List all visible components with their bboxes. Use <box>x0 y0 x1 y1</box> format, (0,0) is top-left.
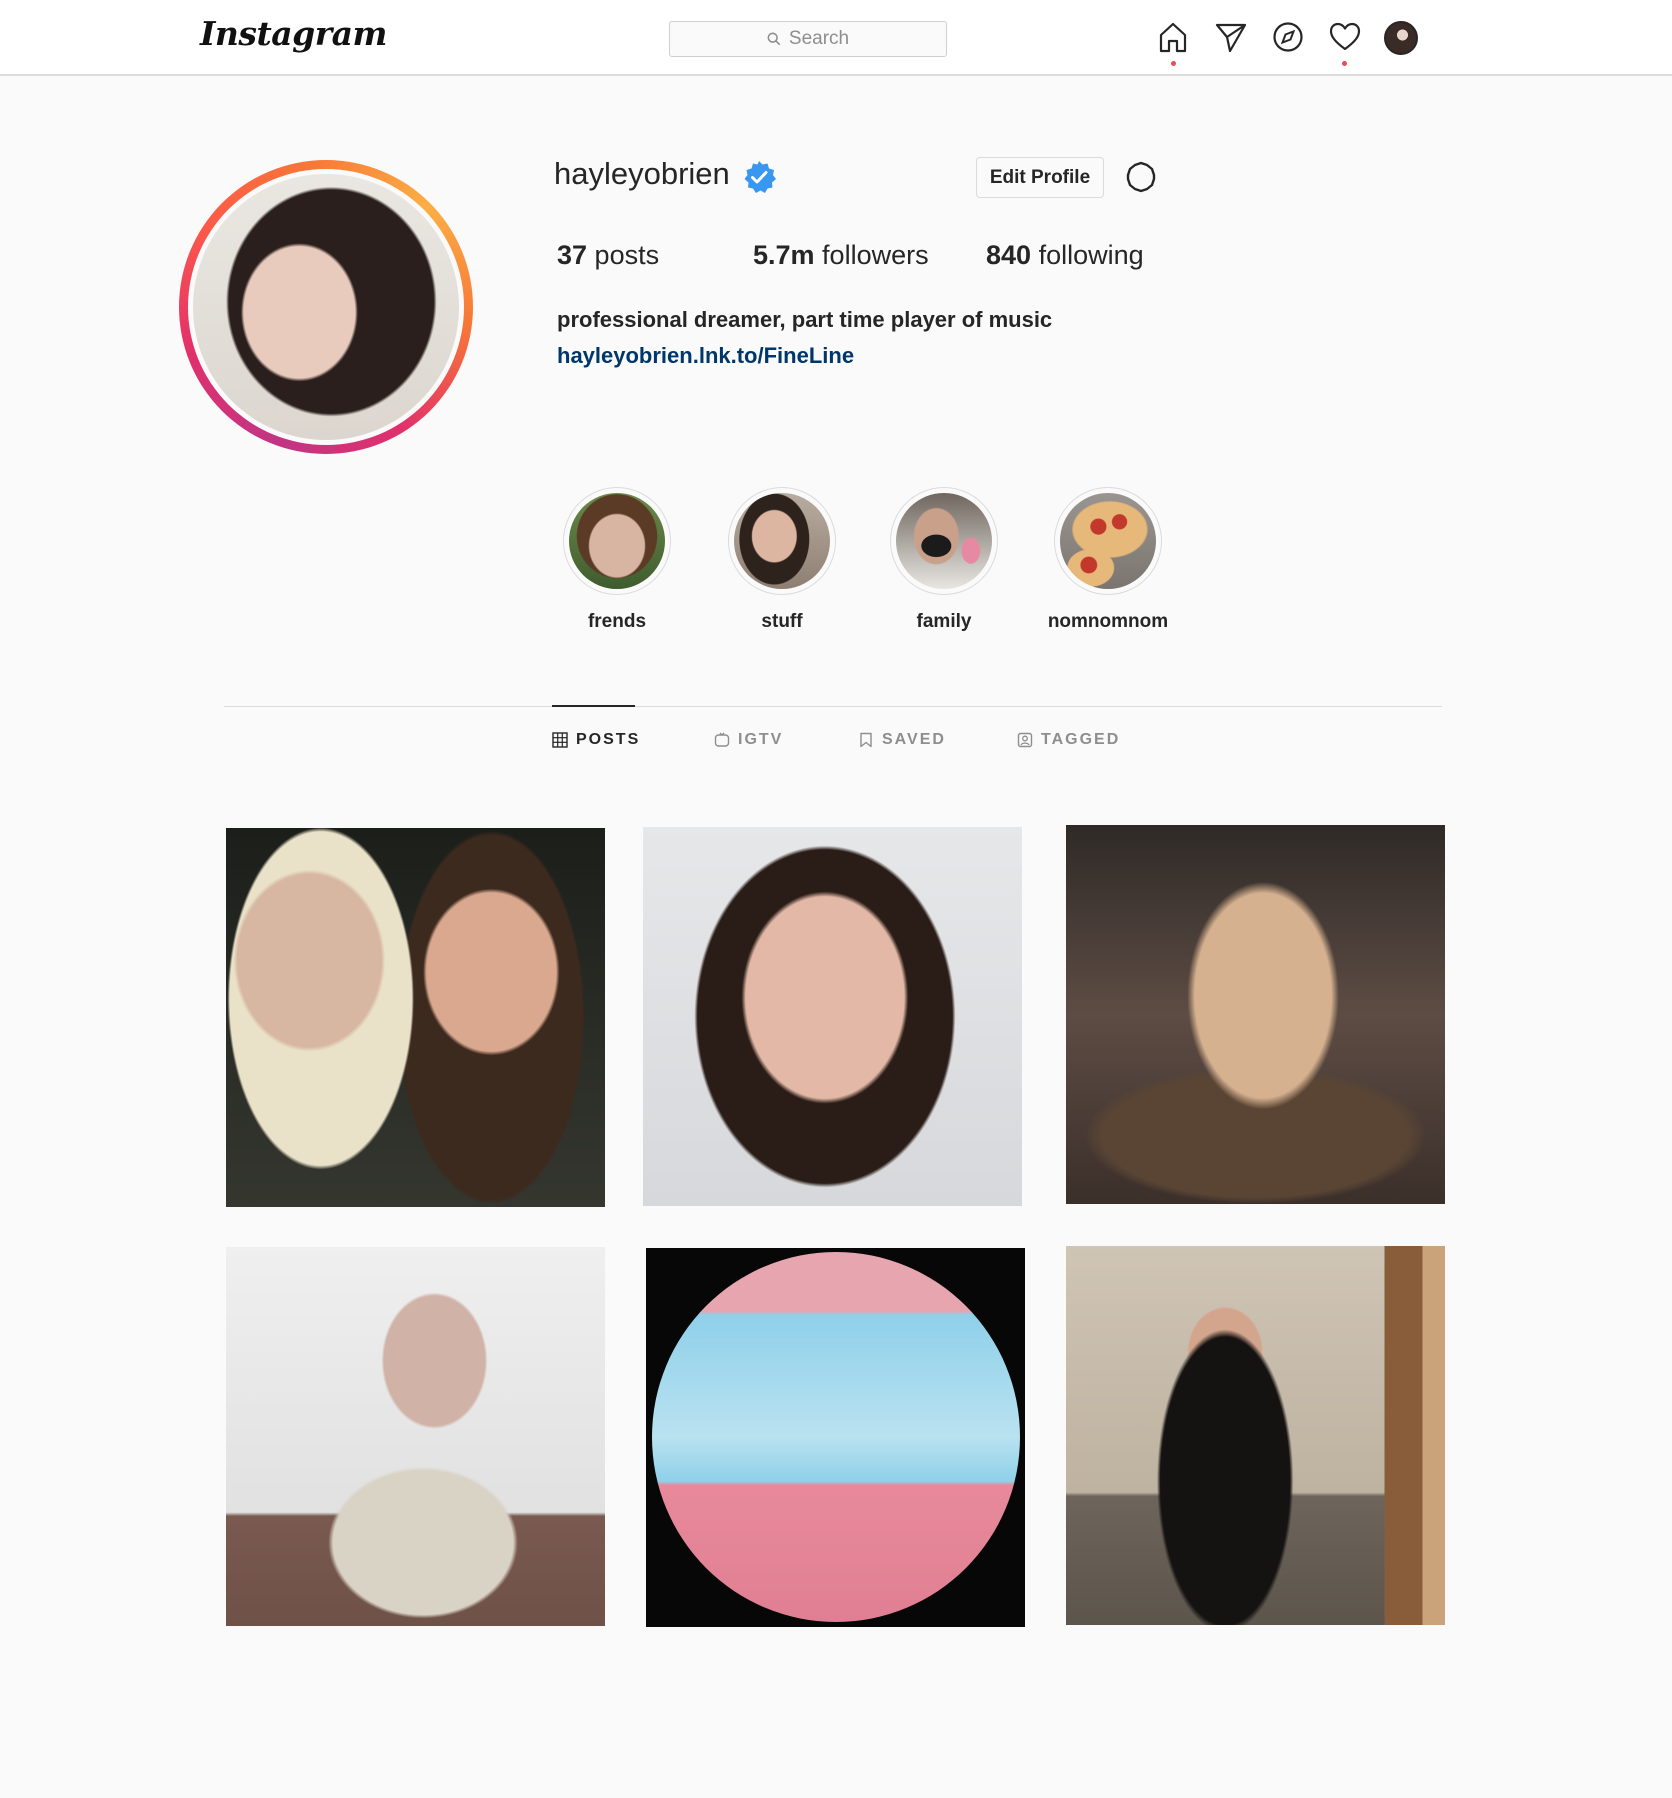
tab-label: IGTV <box>738 731 784 748</box>
post-thumbnail[interactable] <box>643 827 1022 1206</box>
direct-message-icon[interactable] <box>1214 20 1248 54</box>
highlight-image <box>734 493 830 589</box>
explore-icon[interactable] <box>1271 20 1305 54</box>
search-placeholder: Search <box>788 28 850 49</box>
following-count[interactable]: 840 following <box>986 240 1144 271</box>
highlight-label: frends <box>587 611 647 632</box>
edit-profile-button[interactable]: Edit Profile <box>976 157 1104 198</box>
settings-gear-icon[interactable] <box>1123 159 1159 195</box>
posts-count: 37 posts <box>557 240 660 270</box>
activity-heart-icon[interactable] <box>1328 20 1362 54</box>
search-icon <box>767 32 781 46</box>
post-thumbnail[interactable] <box>226 828 605 1207</box>
highlight-label: nomnomnom <box>1047 611 1169 632</box>
highlight-image <box>1060 493 1156 589</box>
profile-photo-image <box>193 174 459 440</box>
tab-label: TAGGED <box>1041 731 1121 748</box>
highlight-cover <box>563 487 671 595</box>
profile-avatar[interactable] <box>1384 21 1418 55</box>
highlight-family[interactable]: family <box>889 487 999 633</box>
highlight-stuff[interactable]: stuff <box>727 487 837 633</box>
search-input[interactable]: Search <box>669 21 947 57</box>
verified-badge-icon <box>744 161 776 193</box>
highlight-image <box>569 493 665 589</box>
followers-count[interactable]: 5.7m followers <box>753 240 929 271</box>
highlight-label: family <box>916 611 972 632</box>
tab-label: POSTS <box>576 731 641 748</box>
post-thumbnail[interactable] <box>1066 1246 1445 1625</box>
tab-label: SAVED <box>882 731 946 748</box>
tab-igtv[interactable]: IGTV <box>714 731 783 749</box>
igtv-icon <box>714 732 730 747</box>
tab-posts[interactable]: POSTS <box>552 731 640 749</box>
post-image-fisheye <box>652 1252 1020 1622</box>
home-notification-dot <box>1171 61 1176 66</box>
highlight-nomnomnom[interactable]: nomnomnom <box>1048 487 1168 633</box>
top-nav-bar: Instagram Search <box>0 0 1672 76</box>
profile-picture-story-ring[interactable] <box>179 160 473 454</box>
highlight-cover <box>1054 487 1162 595</box>
highlight-image <box>896 493 992 589</box>
tagged-icon <box>1017 732 1033 748</box>
active-tab-indicator <box>552 705 635 707</box>
tabs-divider <box>224 706 1442 707</box>
highlight-cover <box>890 487 998 595</box>
activity-notification-dot <box>1342 61 1347 66</box>
bookmark-icon <box>860 732 872 748</box>
tab-tagged[interactable]: TAGGED <box>1017 731 1120 749</box>
post-thumbnail[interactable] <box>226 1247 605 1626</box>
tab-saved[interactable]: SAVED <box>858 731 946 749</box>
profile-link[interactable]: hayleyobrien.lnk.to/FineLine <box>557 343 854 369</box>
home-icon[interactable] <box>1156 20 1190 54</box>
post-thumbnail[interactable] <box>646 1248 1025 1627</box>
highlight-cover <box>728 487 836 595</box>
instagram-logo[interactable]: Instagram <box>200 14 387 53</box>
profile-picture <box>188 169 464 445</box>
post-thumbnail[interactable] <box>1066 825 1445 1204</box>
profile-bio: professional dreamer, part time player o… <box>557 307 1053 332</box>
profile-username: hayleyobrien <box>554 156 730 191</box>
highlight-label: stuff <box>761 611 803 632</box>
grid-icon <box>552 732 568 748</box>
highlight-frends[interactable]: frends <box>562 487 672 633</box>
